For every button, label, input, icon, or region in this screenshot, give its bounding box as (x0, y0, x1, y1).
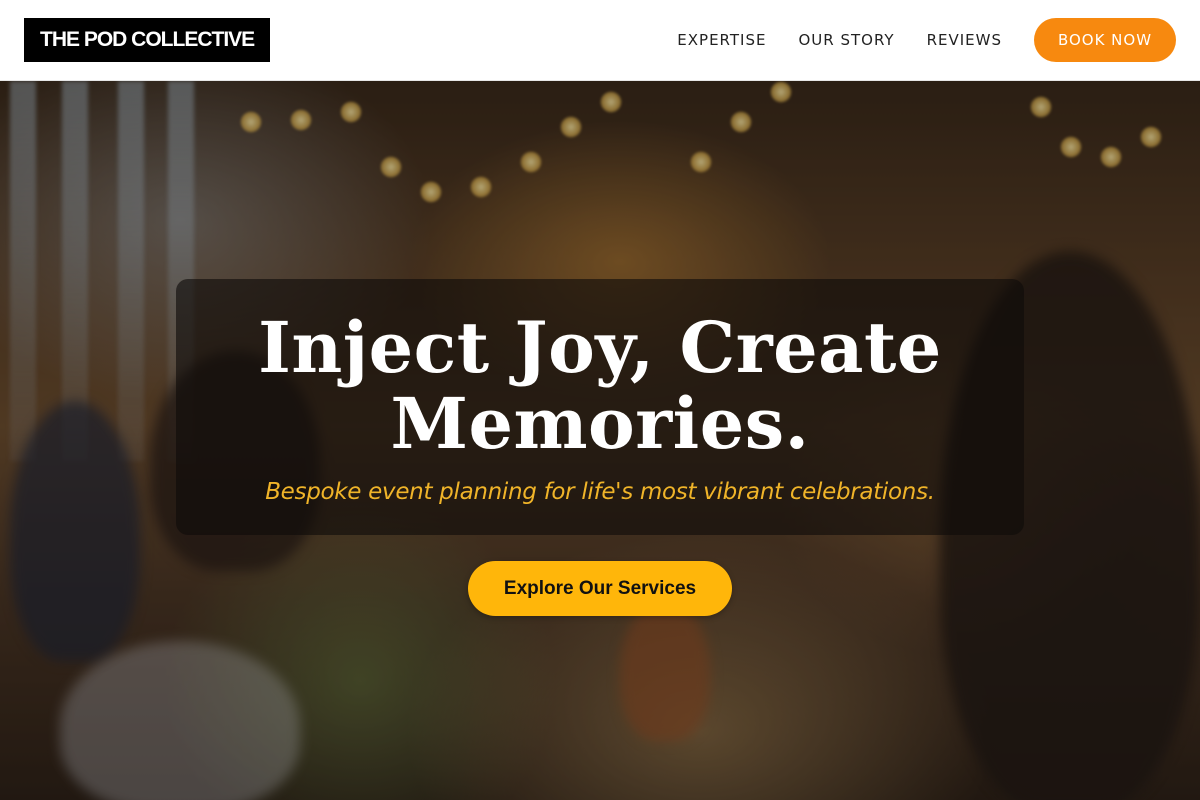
nav-link-reviews[interactable]: REVIEWS (927, 31, 1002, 49)
book-now-button[interactable]: BOOK NOW (1034, 18, 1176, 62)
hero-subtitle: Bespoke event planning for life's most v… (265, 479, 935, 505)
hero-title-line-1: Inject Joy, Create (258, 306, 942, 389)
main-nav: EXPERTISE OUR STORY REVIEWS BOOK NOW (677, 18, 1176, 62)
nav-link-expertise[interactable]: EXPERTISE (677, 31, 766, 49)
hero-text-panel: Inject Joy, Create Memories. Bespoke eve… (176, 279, 1024, 535)
hero-section: Inject Joy, Create Memories. Bespoke eve… (0, 81, 1200, 800)
hero-title: Inject Joy, Create Memories. (176, 310, 1024, 462)
logo[interactable]: THE POD COLLECTIVE (24, 18, 271, 62)
explore-services-button[interactable]: Explore Our Services (468, 561, 732, 616)
hero-title-line-2: Memories. (390, 382, 810, 465)
site-header: THE POD COLLECTIVE EXPERTISE OUR STORY R… (0, 0, 1200, 81)
nav-link-our-story[interactable]: OUR STORY (798, 31, 894, 49)
